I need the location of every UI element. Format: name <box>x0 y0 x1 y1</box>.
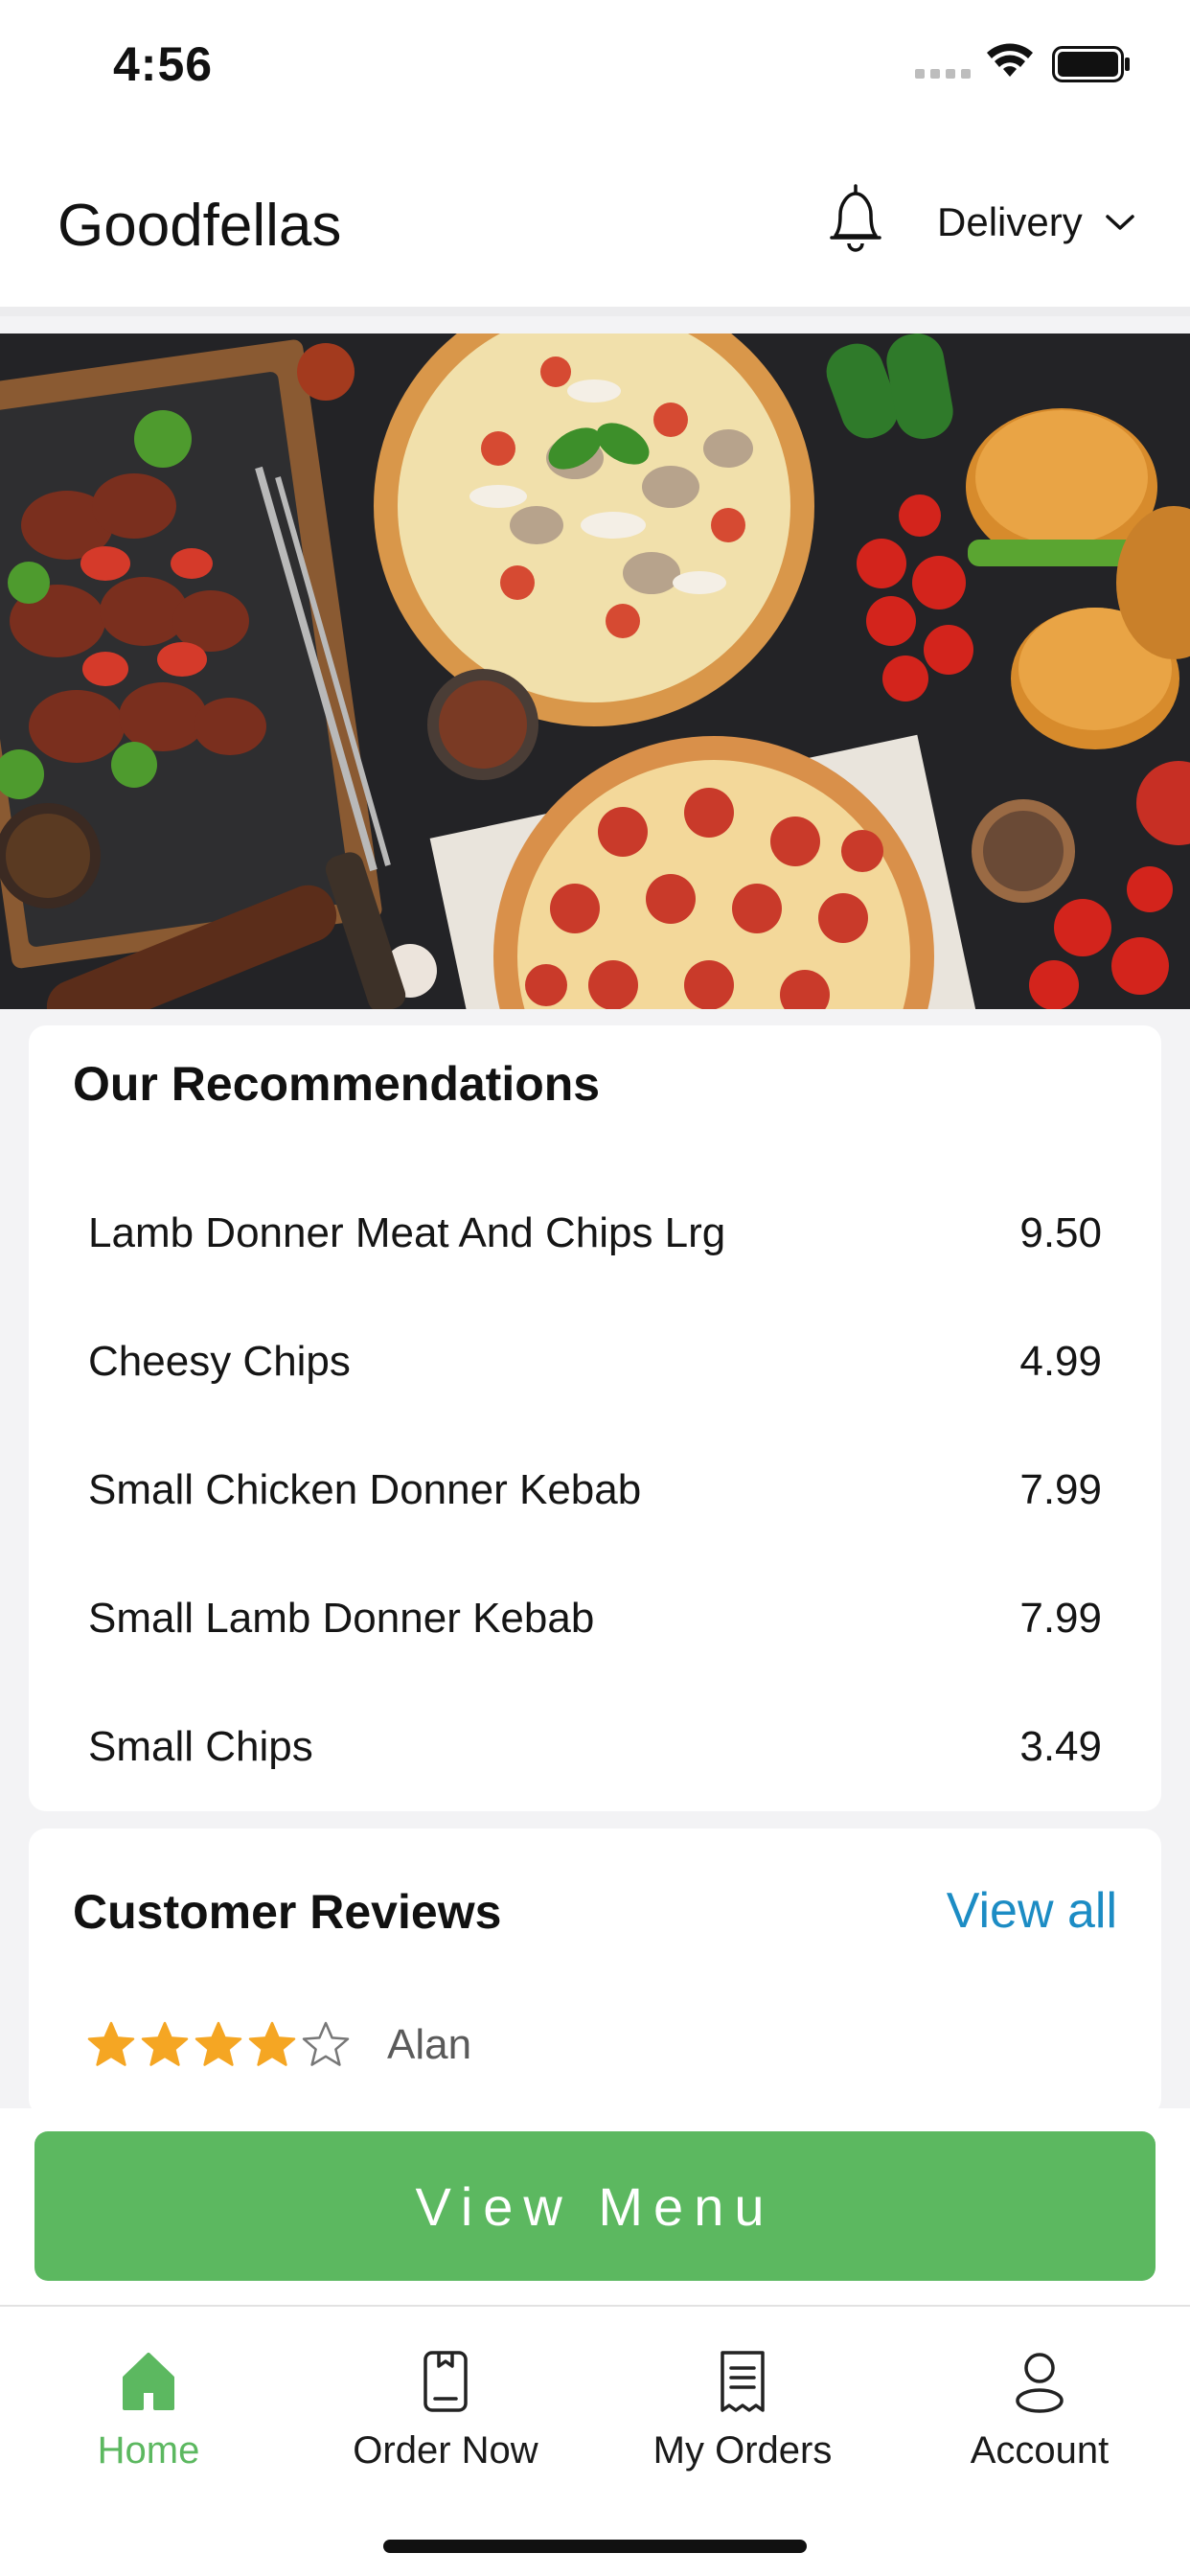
item-price: 7.99 <box>1019 1466 1102 1513</box>
list-item[interactable]: Small Chips 3.49 <box>29 1683 1161 1811</box>
battery-icon <box>1052 46 1130 82</box>
delivery-mode-dropdown[interactable]: Delivery <box>937 199 1136 245</box>
star-rating <box>86 2020 351 2070</box>
star-filled-icon <box>87 2021 135 2066</box>
recommendations-title: Our Recommendations <box>73 1057 601 1111</box>
home-indicator <box>383 2540 807 2553</box>
item-price: 7.99 <box>1019 1595 1102 1642</box>
tab-home[interactable]: Home <box>0 2345 297 2472</box>
tab-label: Home <box>97 2429 200 2472</box>
status-bar: 4:56 <box>0 0 1190 134</box>
user-icon <box>1016 2353 1064 2413</box>
recommendations-list: Lamb Donner Meat And Chips Lrg 9.50 Chee… <box>29 1169 1161 1811</box>
delivery-mode-label: Delivery <box>937 199 1083 244</box>
tab-account[interactable]: Account <box>891 2345 1188 2472</box>
reviewer-name: Alan <box>387 2021 472 2068</box>
item-price: 9.50 <box>1019 1209 1102 1256</box>
item-price: 3.49 <box>1019 1723 1102 1770</box>
app-screen: 4:56 Goodfellas Delivery Our Recommendat… <box>0 0 1190 2576</box>
item-price: 4.99 <box>1019 1338 1102 1385</box>
item-name: Lamb Donner Meat And Chips Lrg <box>88 1209 726 1256</box>
view-menu-label: View Menu <box>415 2175 775 2237</box>
recommendations-card: Our Recommendations Lamb Donner Meat And… <box>29 1025 1161 1811</box>
home-icon <box>123 2353 174 2410</box>
item-name: Small Chips <box>88 1723 313 1770</box>
view-all-reviews-link[interactable]: View all <box>947 1882 1117 1940</box>
bell-icon[interactable] <box>822 180 889 257</box>
order-icon <box>423 2351 468 2412</box>
tab-label: Account <box>970 2429 1110 2472</box>
item-name: Cheesy Chips <box>88 1338 351 1385</box>
status-time: 4:56 <box>113 37 214 91</box>
tab-order-now[interactable]: Order Now <box>297 2345 594 2472</box>
reviews-title: Customer Reviews <box>73 1885 502 1939</box>
tab-my-orders[interactable]: My Orders <box>594 2345 891 2472</box>
star-filled-icon <box>248 2021 296 2066</box>
list-item[interactable]: Lamb Donner Meat And Chips Lrg 9.50 <box>29 1169 1161 1298</box>
restaurant-name: Goodfellas <box>57 193 342 259</box>
tab-label: My Orders <box>652 2429 833 2472</box>
hero-food-image <box>0 334 1190 1009</box>
tab-label: Order Now <box>353 2429 538 2472</box>
cellular-signal-icon <box>915 69 971 79</box>
view-menu-button[interactable]: View Menu <box>34 2131 1156 2281</box>
item-name: Small Lamb Donner Kebab <box>88 1595 595 1642</box>
chevron-down-icon <box>1105 215 1134 230</box>
item-name: Small Chicken Donner Kebab <box>88 1466 642 1513</box>
customer-reviews-card: Customer Reviews View all Alan <box>29 1828 1161 2116</box>
bottom-tab-bar: Home Order Now My Orders Account <box>0 2305 1190 2576</box>
star-empty-icon <box>302 2021 350 2066</box>
review-item[interactable]: Alan <box>86 2020 471 2070</box>
star-filled-icon <box>141 2021 189 2066</box>
star-filled-icon <box>195 2021 242 2066</box>
list-item[interactable]: Cheesy Chips 4.99 <box>29 1298 1161 1426</box>
cta-container: View Menu <box>0 2108 1190 2305</box>
receipt-icon <box>721 2351 765 2412</box>
list-item[interactable]: Small Lamb Donner Kebab 7.99 <box>29 1554 1161 1683</box>
wifi-icon <box>987 43 1033 77</box>
app-header: Goodfellas Delivery <box>0 134 1190 316</box>
list-item[interactable]: Small Chicken Donner Kebab 7.99 <box>29 1426 1161 1554</box>
